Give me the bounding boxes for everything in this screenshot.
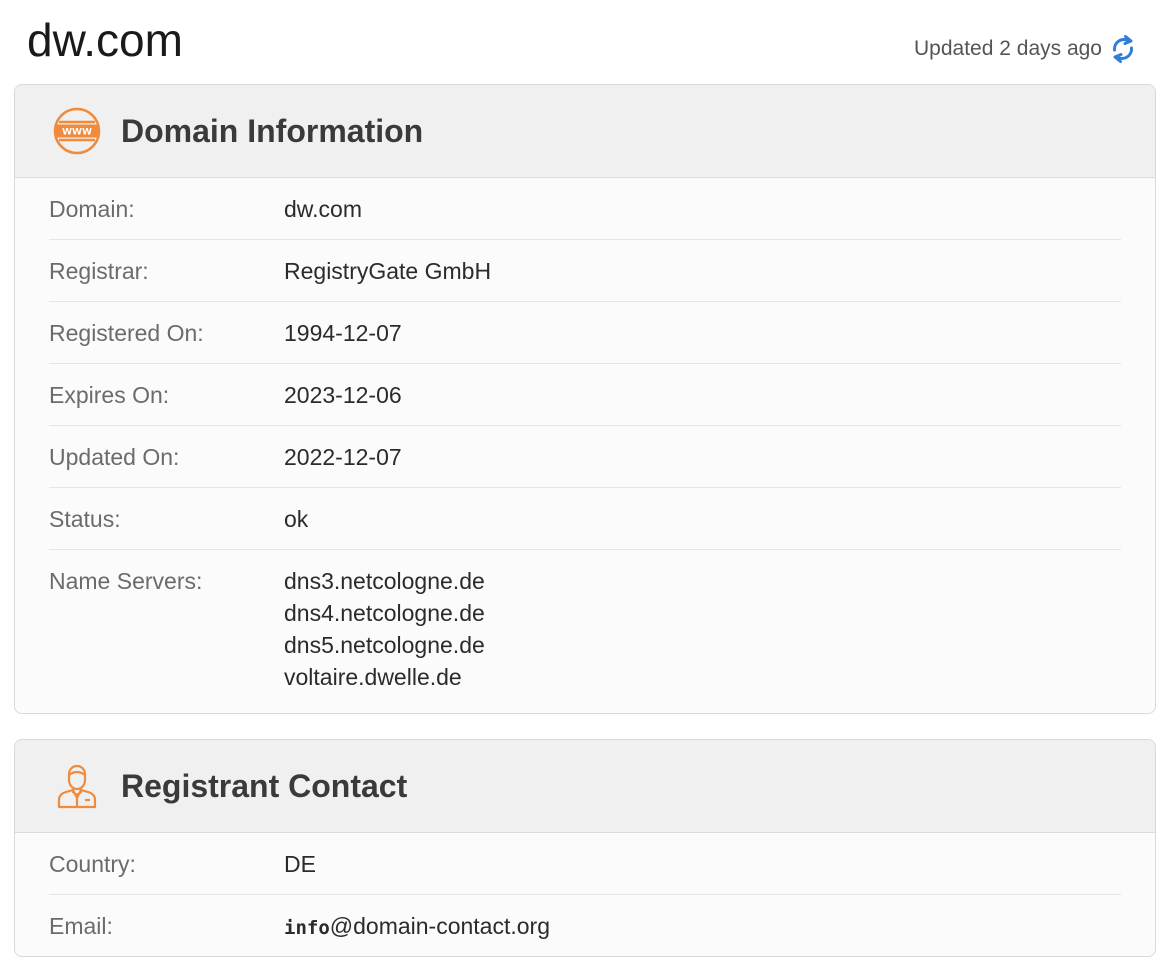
row-value: 2022-12-07 [284, 444, 402, 470]
row-label: Registrar: [49, 258, 149, 284]
row-label: Name Servers: [49, 568, 203, 594]
name-server: voltaire.dwelle.de [284, 664, 462, 690]
registrant-contact-card: Registrant Contact Country: DE Email: in… [14, 739, 1156, 957]
row-label: Email: [49, 913, 113, 939]
row-value: DE [284, 851, 316, 877]
name-server: dns4.netcologne.de [284, 600, 485, 626]
svg-text:WWW: WWW [62, 128, 92, 138]
row-value: RegistryGate GmbH [284, 258, 492, 284]
row-registered-on: Registered On: 1994-12-07 [49, 302, 1121, 364]
email-user: info [284, 917, 330, 939]
row-label: Updated On: [49, 444, 180, 470]
row-label: Expires On: [49, 382, 170, 408]
card-title: Domain Information [121, 112, 424, 149]
refresh-icon[interactable] [1110, 34, 1136, 64]
updated-status: Updated 2 days ago [914, 34, 1136, 64]
registrant-contact-header: Registrant Contact [15, 740, 1155, 833]
row-value: 2023-12-06 [284, 382, 402, 408]
domain-information-card: WWW Domain Information Domain: dw.com Re… [14, 84, 1156, 714]
registrant-rows: Country: DE Email: info@domain-contact.o… [15, 833, 1155, 956]
page-title: dw.com [27, 14, 183, 66]
row-registrar: Registrar: RegistryGate GmbH [49, 240, 1121, 302]
www-globe-icon: WWW [51, 105, 103, 157]
domain-information-header: WWW Domain Information [15, 85, 1155, 178]
row-label: Status: [49, 506, 121, 532]
row-label: Registered On: [49, 320, 204, 346]
row-name-servers: Name Servers: dns3.netcologne.de dns4.ne… [49, 550, 1121, 706]
name-server: dns3.netcologne.de [284, 568, 485, 594]
page-header: dw.com Updated 2 days ago [0, 0, 1170, 84]
row-status: Status: ok [49, 488, 1121, 550]
row-country: Country: DE [49, 833, 1121, 895]
row-domain: Domain: dw.com [49, 178, 1121, 240]
row-updated-on: Updated On: 2022-12-07 [49, 426, 1121, 488]
row-label: Country: [49, 851, 136, 877]
updated-text: Updated 2 days ago [914, 37, 1102, 60]
domain-info-rows: Domain: dw.com Registrar: RegistryGate G… [15, 178, 1155, 706]
email-domain: @domain-contact.org [329, 913, 550, 939]
card-title: Registrant Contact [121, 767, 408, 804]
row-label: Domain: [49, 196, 135, 222]
name-server-list: dns3.netcologne.de dns4.netcologne.de dn… [284, 550, 485, 706]
row-expires-on: Expires On: 2023-12-06 [49, 364, 1121, 426]
row-value: dw.com [284, 196, 362, 222]
row-value: ok [284, 506, 309, 532]
name-server: dns5.netcologne.de [284, 632, 485, 658]
row-email: Email: info@domain-contact.org [49, 895, 1121, 956]
email-value: info@domain-contact.org [284, 895, 550, 943]
person-icon [51, 760, 103, 812]
row-value: 1994-12-07 [284, 320, 402, 346]
